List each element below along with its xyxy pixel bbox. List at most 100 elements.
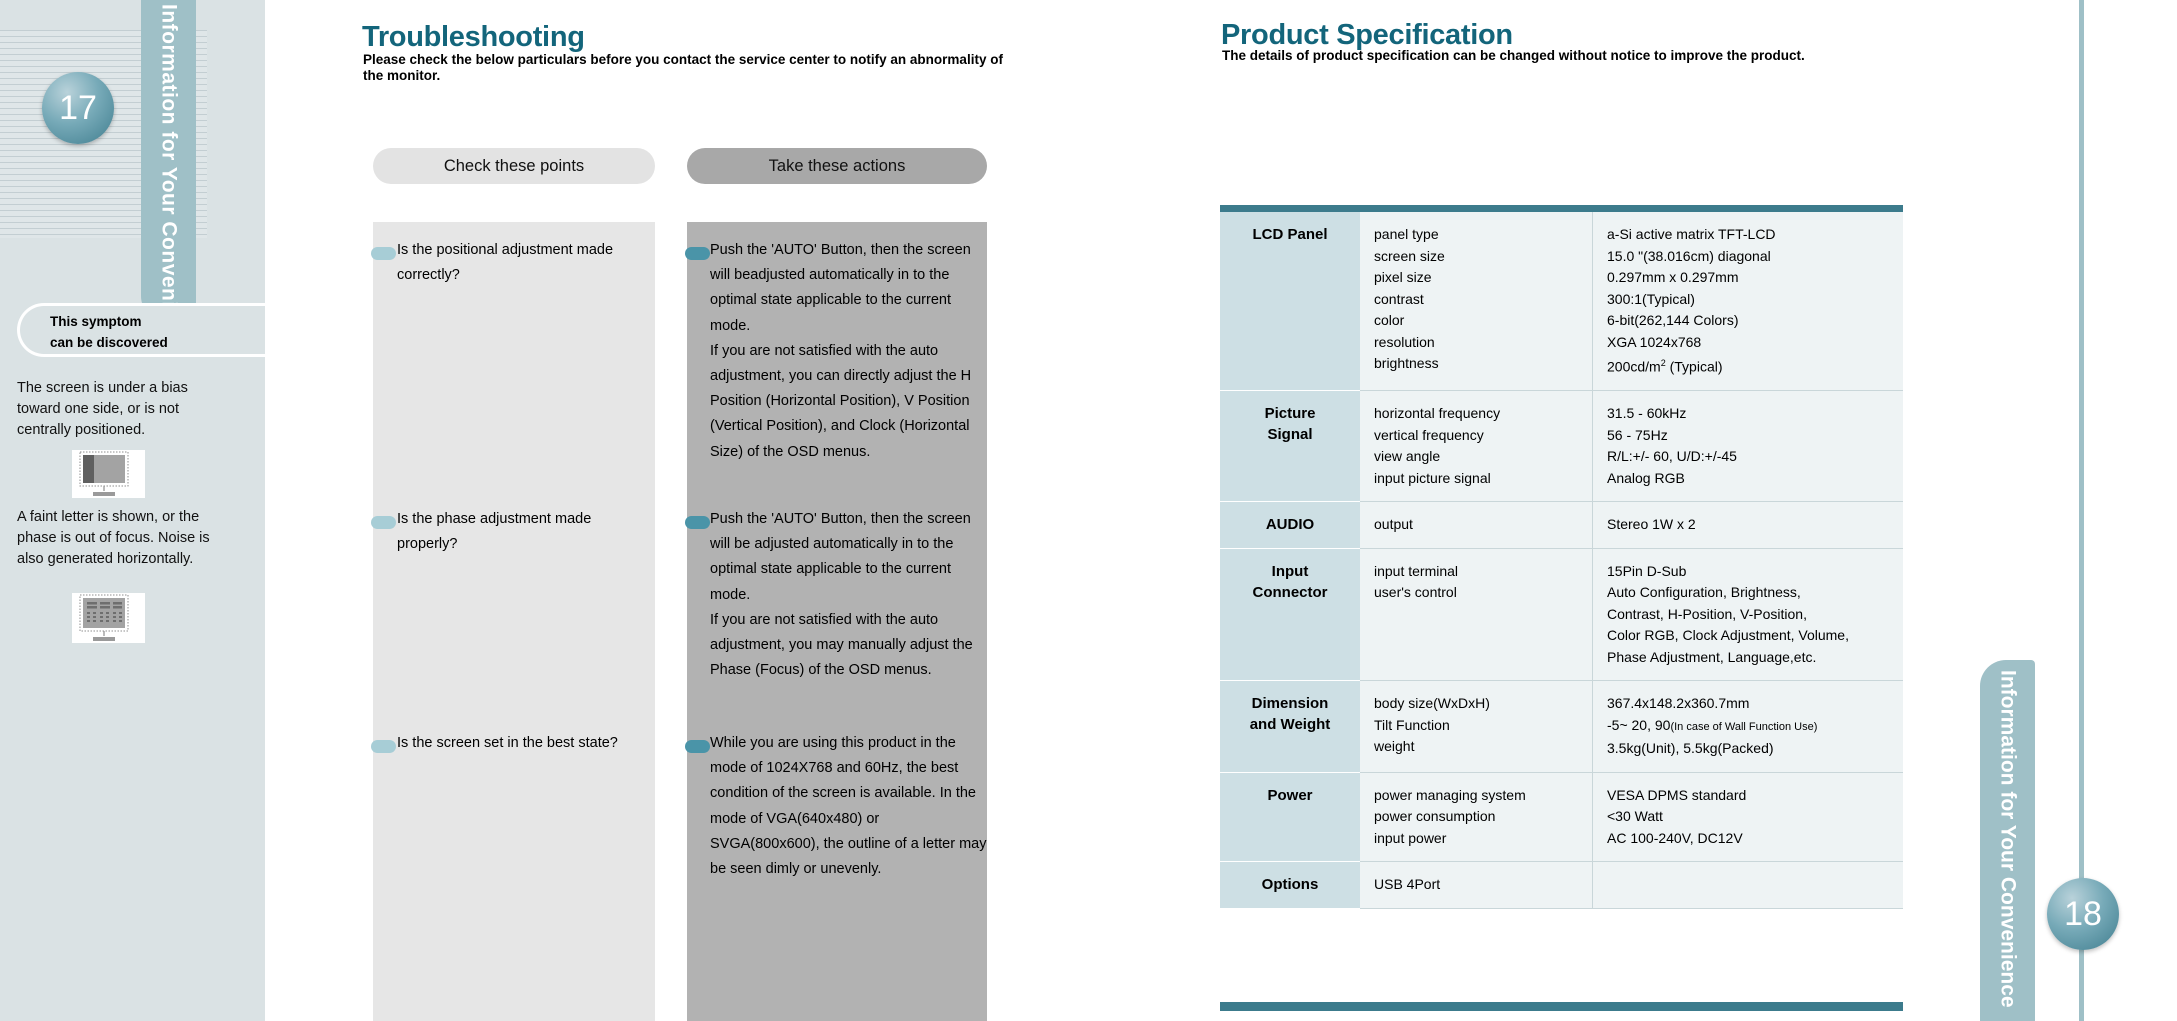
spec-values-picture-signal: 31.5 - 60kHz 56 - 75Hz R/L:+/- 60, U/D:+… [1592,390,1903,503]
left-page-panel: 17 Information for Your Convenience This… [0,0,297,1021]
monitor-bias-thumbnail-icon [72,450,145,498]
spec-value: 15.0 "(38.016cm) diagonal [1607,247,1771,264]
table-row: Picture Signal horizontal frequency verti… [1220,390,1903,503]
spec-category-options: Options [1220,861,1360,909]
page-number-badge-17: 17 [42,72,114,144]
page-number-label: 18 [2064,895,2102,933]
column-header-check: Check these points [373,148,655,184]
spec-category-power: Power [1220,772,1360,863]
spec-key: body size(WxDxH) [1374,695,1490,712]
bullet-icon-check-3 [371,740,396,753]
spec-key: screen size [1374,247,1445,264]
spec-value: a-Si active matrix TFT-LCD [1607,226,1776,242]
check-item-2: Is the phase adjustment made properly? [397,511,592,553]
spec-value: 367.4x148.2x360.7mm [1607,695,1750,712]
right-column-divider [2079,0,2084,1021]
action-item-3: While you are using this product in the … [710,735,987,878]
spec-category-label: Dimension and Weight [1249,695,1331,734]
spec-value: AC 100-240V, DC12V [1607,829,1743,846]
spec-key: input picture signal [1374,469,1491,486]
spec-value: VESA DPMS standard [1607,786,1747,803]
spec-key: pixel size [1374,269,1432,285]
spec-key: brightness [1374,355,1439,371]
spec-values-input-connector: 15Pin D-Sub Auto Configuration, Brightne… [1592,548,1903,682]
sidebar-tab-right[interactable]: Information for Your Convenience [1980,660,2035,1021]
monitor-noise-thumbnail-icon [72,593,145,643]
spec-value: <30 Watt [1607,808,1663,825]
spec-table-bottom-bar [1220,1002,1903,1011]
bullet-icon-check-1 [371,247,396,260]
sidebar-tab-left[interactable]: Information for Your Convenience [141,0,196,322]
spec-value-tilt: -5~ 20, 90(In case of Wall Function Use) [1607,716,1818,733]
symptom-callout: This symptom can be discovered [17,303,297,357]
action-item-1: Push the 'AUTO' Button, then the screen … [710,242,972,460]
check-points-panel [373,222,655,1021]
spec-value: 6-bit(262,144 Colors) [1607,312,1739,328]
spec-key: output [1374,516,1413,533]
spec-category-label: Picture Signal [1264,405,1316,444]
spec-values-audio: Stereo 1W x 2 [1592,501,1903,549]
bullet-icon-action-3 [685,740,710,753]
spec-value-brightness: 200cd/m2 (Typical) [1607,358,1723,375]
symptom-callout-line2: can be discovered [50,335,168,350]
symptom-callout-line1: This symptom [50,314,142,329]
spec-values-dimension-weight: 367.4x148.2x360.7mm -5~ 20, 90(In case o… [1592,680,1903,773]
spec-value: 15Pin D-Sub [1607,562,1687,579]
spec-key: contrast [1374,290,1424,307]
table-row: Options USB 4Port [1220,861,1903,909]
spec-value [1607,874,1903,896]
product-specification-subtitle: The details of product specification can… [1222,48,1805,63]
spec-keys-input-connector: input terminal user's control [1360,548,1593,682]
spec-value: Color RGB, Clock Adjustment, Volume, [1607,627,1849,644]
spec-value: 0.297mm x 0.297mm [1607,269,1739,285]
spec-value: 300:1(Typical) [1607,290,1695,307]
spec-key: power managing system [1374,786,1526,803]
bullet-icon-action-1 [685,247,710,260]
monitor-noise-icon [79,594,129,641]
spec-keys-audio: output [1360,501,1593,549]
spec-category-lcd-panel: LCD Panel [1220,212,1360,392]
spec-value: 3.5kg(Unit), 5.5kg(Packed) [1607,740,1774,757]
spec-key: USB 4Port [1374,876,1441,893]
spec-value: Stereo 1W x 2 [1607,516,1696,533]
table-row: Power power managing system power consum… [1220,772,1903,863]
spec-key: view angle [1374,448,1441,465]
spec-category-audio: AUDIO [1220,501,1360,549]
table-row: Input Connector input terminal user's con… [1220,548,1903,682]
sidebar-tab-left-label: Information for Your Convenience [157,4,181,322]
column-header-action: Take these actions [687,148,987,184]
bullet-icon-check-2 [371,516,396,529]
table-row: AUDIO output Stereo 1W x 2 [1220,501,1903,549]
monitor-bias-icon [79,451,129,496]
spec-key: user's control [1374,584,1457,601]
spec-category-label: LCD Panel [1252,226,1328,243]
spec-value: 31.5 - 60kHz [1607,405,1687,422]
spec-values-power: VESA DPMS standard <30 Watt AC 100-240V,… [1592,772,1903,863]
table-row: Dimension and Weight body size(WxDxH) Til… [1220,680,1903,773]
spec-category-input-connector: Input Connector [1220,548,1360,682]
spec-category-label: Options [1261,876,1319,894]
spec-value: XGA 1024x768 [1607,333,1702,350]
bullet-icon-action-2 [685,516,710,529]
action-item-2: Push the 'AUTO' Button, then the screen … [710,511,973,679]
spec-key: input power [1374,829,1447,846]
troubleshooting-subtitle: Please check the below particulars befor… [363,52,1003,83]
spec-value: Phase Adjustment, Language,etc. [1607,648,1817,665]
spec-values-lcd-panel: a-Si active matrix TFT-LCD 15.0 "(38.016… [1592,212,1903,392]
spec-key: weight [1374,738,1415,755]
spec-keys-power: power managing system power consumption … [1360,772,1593,863]
spec-key: resolution [1374,333,1435,350]
check-item-3: Is the screen set in the best state? [397,735,618,751]
page-number-label: 17 [59,89,97,127]
spec-category-label: Power [1267,786,1313,804]
spec-key: color [1374,312,1405,328]
spec-value: Contrast, H-Position, V-Position, [1607,605,1807,622]
specification-table: LCD Panel panel type screen size pixel s… [1220,212,1903,909]
symptom-paragraph-1: The screen is under a bias toward one si… [17,380,188,438]
spec-value: R/L:+/- 60, U/D:+/-45 [1607,448,1737,465]
spec-key: input terminal [1374,562,1459,579]
spec-keys-options: USB 4Port [1360,861,1593,909]
sidebar-tab-right-label: Information for Your Convenience [1996,670,2020,1008]
check-item-1: Is the positional adjustment made correc… [397,242,614,284]
spec-value: Auto Configuration, Brightness, [1607,584,1801,601]
